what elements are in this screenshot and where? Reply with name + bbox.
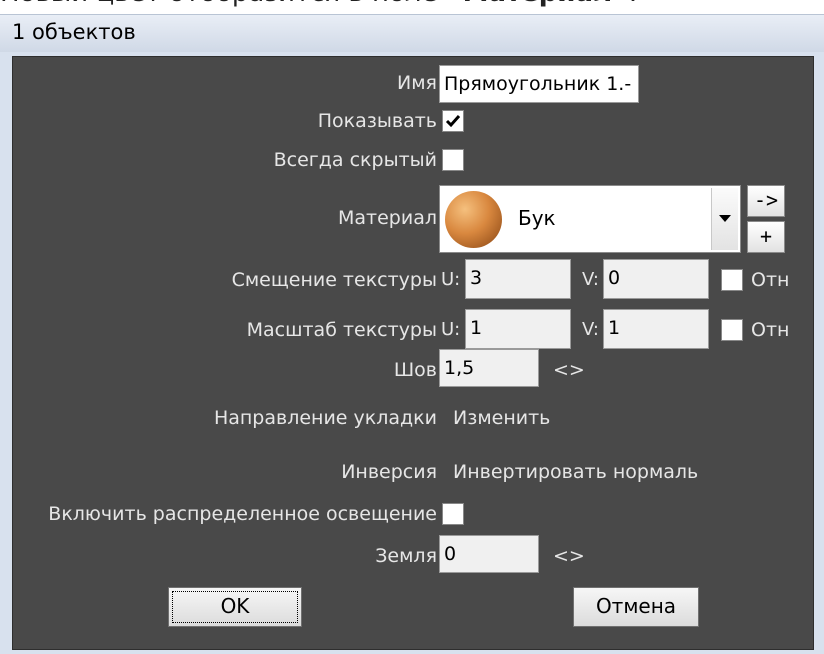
cancel-button-label: Отмена — [595, 594, 677, 618]
ground-field[interactable]: 0 — [439, 535, 539, 573]
material-label: Материал — [338, 207, 437, 229]
always-hidden-checkbox[interactable] — [442, 149, 464, 171]
texture-scale-u-label: U: — [441, 319, 461, 340]
dialog-titlebar[interactable]: 1 объектов — [0, 14, 824, 53]
texture-scale-label: Масштаб текстуры — [246, 319, 437, 341]
texture-scale-v-label: V: — [582, 319, 599, 340]
texture-scale-relative-label: Отн — [751, 319, 790, 341]
texture-scale-u-field[interactable]: 1 — [465, 309, 571, 349]
ok-button-label: OK — [220, 594, 250, 618]
ok-button[interactable]: OK — [168, 587, 302, 627]
wood-material-swatch-icon — [445, 191, 502, 248]
chevron-down-icon[interactable] — [711, 188, 738, 250]
name-field[interactable]: Прямоугольник 1.- — [439, 65, 639, 103]
checkmark-icon — [445, 115, 461, 128]
page-caption: Новый цвет отобразится в поле «Материал»… — [0, 0, 824, 14]
texture-offset-relative-checkbox[interactable] — [721, 269, 743, 291]
ground-stepper[interactable]: <> — [553, 545, 585, 567]
lay-direction-label: Направление укладки — [213, 407, 437, 429]
distributed-lighting-checkbox[interactable] — [442, 503, 464, 525]
dialog-frame: Имя Прямоугольник 1.- Показывать Всегда … — [0, 52, 824, 654]
cancel-button[interactable]: Отмена — [573, 587, 699, 627]
texture-offset-v-field[interactable]: 0 — [603, 259, 709, 299]
seam-label: Шов — [393, 359, 437, 381]
texture-scale-relative-checkbox[interactable] — [721, 319, 743, 341]
texture-scale-v-field[interactable]: 1 — [603, 309, 709, 349]
properties-panel: Имя Прямоугольник 1.- Показывать Всегда … — [12, 56, 814, 650]
name-label: Имя — [397, 72, 437, 94]
material-select[interactable]: Бук — [439, 185, 741, 253]
dialog-title: 1 объектов — [12, 20, 136, 44]
texture-offset-v-label: V: — [582, 269, 599, 290]
texture-offset-relative-label: Отн — [751, 269, 790, 291]
seam-stepper[interactable]: <> — [553, 359, 585, 381]
change-direction-link[interactable]: Изменить — [453, 407, 550, 429]
distributed-lighting-label: Включить распределенное освещение — [48, 503, 437, 525]
show-label: Показывать — [317, 110, 437, 132]
material-pick-button[interactable]: -> — [747, 185, 785, 217]
always-hidden-label: Всегда скрытый — [273, 149, 437, 171]
inversion-label: Инверсия — [341, 461, 437, 483]
texture-offset-u-field[interactable]: 3 — [465, 259, 571, 299]
material-add-button[interactable]: + — [747, 221, 785, 253]
texture-offset-label: Смещение текстуры — [231, 269, 437, 291]
show-checkbox[interactable] — [442, 110, 464, 132]
invert-normal-link[interactable]: Инвертировать нормаль — [453, 461, 698, 483]
texture-offset-u-label: U: — [441, 269, 461, 290]
ground-label: Земля — [375, 545, 437, 567]
material-name: Бук — [518, 206, 556, 230]
seam-field[interactable]: 1,5 — [439, 349, 539, 387]
